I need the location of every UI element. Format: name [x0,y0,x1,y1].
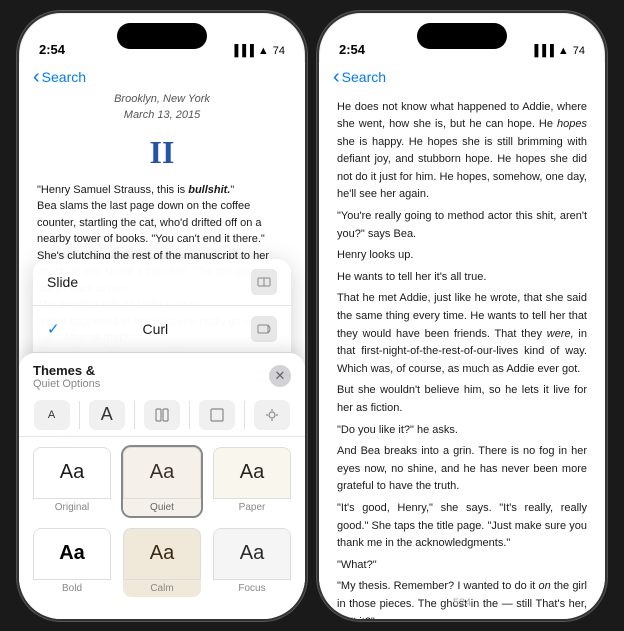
right-para-1: "You're really going to method actor thi… [337,208,587,243]
left-phone: 2:54 ▐▐▐ ▲ 74 Search Brooklyn, New YorkM… [17,11,307,621]
themes-subtitle: Quiet Options [33,378,100,390]
page-number: 524 [453,597,471,609]
right-book-text: He does not know what happened to Addie,… [319,91,605,619]
themes-header: Themes & Quiet Options ✕ [19,353,305,394]
book-chapter: II [37,128,287,176]
font-separator-2 [134,401,135,429]
book-text-bold: bullshit. [188,184,230,196]
theme-focus-name: Focus [213,580,291,597]
theme-bold-aa: Aa [59,542,85,565]
right-para-5: But she wouldn't believe him, so he lets… [337,382,587,417]
theme-paper-preview: Aa [213,447,291,499]
signal-icon-right: ▐▐▐ [530,45,553,57]
theme-original[interactable]: Aa Original [31,445,113,518]
dynamic-island-right [417,23,507,49]
curl-label: Curl [142,321,168,337]
font-controls: A A [19,394,305,437]
font-decrease-button[interactable]: A [34,400,70,430]
wifi-icon-right: ▲ [558,45,569,57]
theme-bold-name: Bold [33,580,111,597]
battery-left: 74 [273,45,285,57]
theme-paper[interactable]: Aa Paper [211,445,293,518]
theme-quiet[interactable]: Aa Quiet [121,445,203,518]
right-para-8: "It's good, Henry," she says. "It's real… [337,500,587,553]
book-text-normal: "Henry Samuel Strauss, this is [37,184,188,196]
right-content-area: Search He does not know what happened to… [319,63,605,619]
columns-button[interactable] [144,400,180,430]
signal-icon: ▐▐▐ [230,45,253,57]
phones-container: 2:54 ▐▐▐ ▲ 74 Search Brooklyn, New YorkM… [17,11,607,621]
right-phone: 2:54 ▐▐▐ ▲ 74 Search He does not know wh… [317,11,607,621]
wifi-icon: ▲ [258,45,269,57]
font-separator [79,401,80,429]
status-icons-right: ▐▐▐ ▲ 74 [530,45,585,57]
themes-overlay: Themes & Quiet Options ✕ A A [19,353,305,619]
battery-right: 74 [573,45,585,57]
theme-original-name: Original [33,499,111,516]
theme-bold[interactable]: Aa Bold [31,526,113,599]
theme-quiet-name: Quiet [123,499,201,516]
slide-icon [251,269,277,295]
book-text-normal2: " [230,184,234,196]
slide-label: Slide [47,274,78,290]
font-separator-4 [244,401,245,429]
themes-grid: Aa Original Aa Quiet Aa Pap [19,437,305,607]
theme-paper-aa: Aa [240,461,264,484]
right-para-9: "What?" [337,557,587,575]
book-location: Brooklyn, New YorkMarch 13, 2015 [37,91,287,124]
time-left: 2:54 [39,42,65,57]
theme-calm-name: Calm [123,580,201,597]
check-icon: ✓ [47,320,60,338]
theme-quiet-preview: Aa [123,447,201,499]
theme-focus-preview: Aa [213,528,291,580]
brightness-button[interactable] [254,400,290,430]
theme-focus[interactable]: Aa Focus [211,526,293,599]
font-style-button[interactable] [199,400,235,430]
themes-header-text: Themes & Quiet Options [33,363,100,390]
themes-title: Themes & [33,363,100,378]
back-button-left[interactable]: Search [19,63,305,91]
right-para-2: Henry looks up. [337,247,587,265]
theme-original-preview: Aa [33,447,111,499]
theme-original-aa: Aa [60,461,84,484]
right-para-3: He wants to tell her it's all true. [337,269,587,287]
right-para-6: "Do you like it?" he asks. [337,422,587,440]
close-button[interactable]: ✕ [269,365,291,387]
time-right: 2:54 [339,42,365,57]
theme-bold-preview: Aa [33,528,111,580]
status-icons-left: ▐▐▐ ▲ 74 [230,45,285,57]
theme-paper-name: Paper [213,499,291,516]
right-para-4: That he met Addie, just like he wrote, t… [337,290,587,378]
font-increase-button[interactable]: A [89,400,125,430]
theme-quiet-aa: Aa [150,461,174,484]
theme-calm[interactable]: Aa Calm [121,526,203,599]
left-content-area: Search Brooklyn, New YorkMarch 13, 2015 … [19,63,305,619]
back-button-right[interactable]: Search [319,63,605,91]
transition-item-slide[interactable]: Slide [33,259,291,306]
theme-focus-aa: Aa [240,542,264,565]
right-para-0: He does not know what happened to Addie,… [337,99,587,205]
dynamic-island [117,23,207,49]
transition-item-curl[interactable]: ✓ Curl [33,306,291,353]
curl-icon [251,316,277,342]
right-para-7: And Bea breaks into a grin. There is no … [337,443,587,496]
theme-calm-preview: Aa [123,528,201,580]
theme-calm-aa: Aa [150,542,174,565]
font-separator-3 [189,401,190,429]
